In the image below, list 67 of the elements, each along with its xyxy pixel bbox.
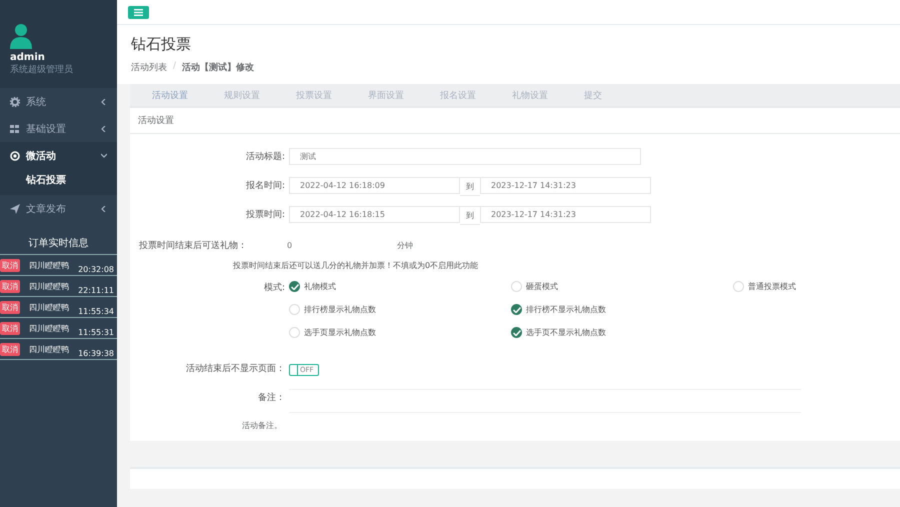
field-label: 活动标题: — [244, 150, 286, 164]
option-label: 礼物模式 — [304, 281, 336, 292]
date-field[interactable]: 2023-12-17 14:31:23 — [480, 177, 651, 194]
radio-button[interactable] — [289, 281, 300, 292]
nav-item[interactable]: 系统 — [0, 88, 117, 115]
user-name: admin — [10, 52, 45, 63]
order-time: 20:32:08 — [78, 264, 115, 274]
order-time: 11:55:34 — [78, 306, 115, 316]
menu-icon — [134, 8, 143, 16]
user-role-dropdown[interactable]: 系统超级管理员 — [10, 63, 73, 76]
help-text: 投票时间结束后还可以送几分的礼物并加票！不填或为0不启用此功能 — [233, 260, 480, 271]
breadcrumb-current: 活动【测试】修改 — [182, 61, 254, 74]
option-label: 排行榜显示礼物点数 — [304, 304, 376, 315]
option-label: 普通投票模式 — [748, 281, 796, 292]
nav-item[interactable]: 微活动 — [0, 142, 117, 169]
breadcrumb-separator: / — [173, 61, 176, 73]
grid-icon — [10, 124, 20, 134]
chevron-left-icon — [101, 98, 107, 104]
order-time: 11:55:31 — [78, 326, 115, 336]
option-label: 选手页不显示礼物点数 — [526, 327, 606, 338]
field-label: 投票时间结束后可送礼物： — [138, 240, 248, 253]
check-icon — [512, 330, 520, 336]
order-time: 22:11:11 — [78, 284, 115, 294]
tab[interactable]: 活动设置 — [152, 88, 188, 102]
cancel-tag: 取消 — [0, 280, 20, 292]
order-name: 四川瞪瞪鸭 — [28, 280, 70, 292]
cancel-tag: 取消 — [0, 342, 20, 356]
gear-icon — [10, 96, 20, 106]
user-avatar-icon — [10, 23, 32, 49]
option-label: 排行榜不显示礼物点数 — [526, 304, 606, 315]
order-time: 16:39:38 — [78, 348, 115, 358]
check-icon — [512, 306, 520, 312]
option-label: 选手页显示礼物点数 — [304, 327, 376, 338]
radio-button[interactable] — [511, 304, 522, 315]
text-field[interactable]: 测试 — [289, 148, 641, 165]
chevron-left-icon — [101, 126, 107, 132]
field-label: 投票时间: — [244, 208, 286, 222]
field-label: 模式: — [262, 282, 286, 295]
menu-button[interactable] — [128, 6, 149, 18]
date-field[interactable]: 2022-04-12 16:18:09 — [289, 177, 460, 194]
cancel-tag: 取消 — [0, 300, 20, 314]
order-name: 四川瞪瞪鸭 — [28, 322, 70, 334]
cancel-tag: 取消 — [0, 322, 20, 334]
chevron-left-icon — [101, 206, 107, 212]
check-icon — [290, 284, 298, 290]
field-label: 报名时间: — [244, 180, 286, 193]
chevron-down-icon — [101, 152, 107, 158]
option-label: 砸蛋模式 — [526, 281, 558, 292]
paper-plane-icon — [10, 204, 20, 214]
ball-icon — [10, 150, 20, 160]
breadcrumb-link[interactable]: 活动列表 — [131, 61, 167, 74]
help-text: 活动备注。 — [241, 420, 283, 431]
unit-label: 分钟 — [397, 240, 413, 251]
order-name: 四川瞪瞪鸭 — [28, 302, 70, 312]
date-field[interactable]: 2022-04-12 16:18:15 — [289, 206, 460, 223]
nav-item[interactable]: 基础设置 — [0, 115, 117, 142]
panel-title: 活动设置 — [130, 108, 900, 134]
radio-button[interactable] — [511, 327, 522, 338]
cancel-tag: 取消 — [0, 258, 20, 272]
nav-subitem[interactable]: 钻石投票 — [0, 169, 117, 195]
order-name: 四川瞪瞪鸭 — [28, 260, 70, 270]
order-name: 四川瞪瞪鸭 — [28, 344, 70, 354]
nav-item[interactable]: 文章发布 — [0, 195, 117, 222]
page-title: 钻石投票 — [131, 35, 192, 54]
field-label: 活动结束后不显示页面： — [185, 362, 286, 376]
field-label: 备注： — [257, 392, 286, 405]
date-field[interactable]: 2023-12-17 14:31:23 — [480, 206, 651, 223]
